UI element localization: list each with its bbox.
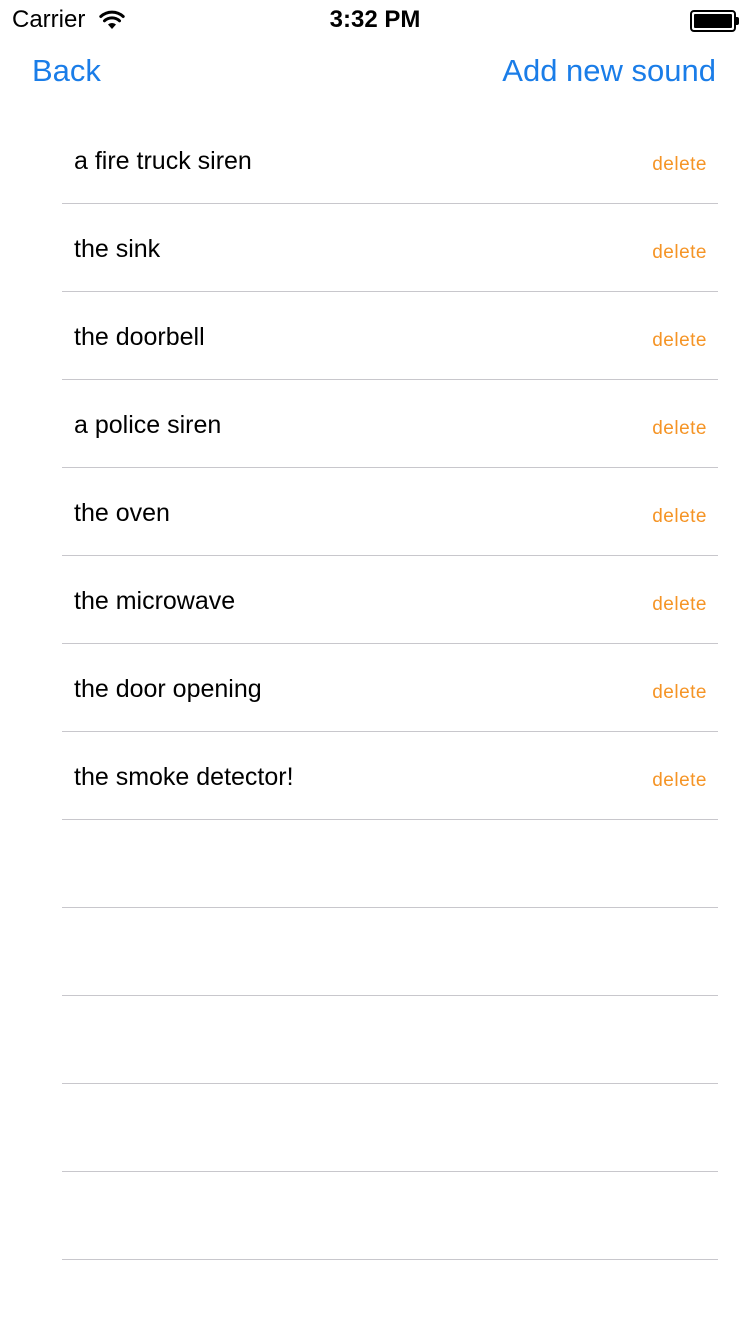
- sound-name: a police siren: [74, 411, 222, 439]
- list-item[interactable]: the door opening delete: [62, 644, 718, 732]
- empty-list-row: [62, 820, 718, 908]
- add-new-sound-button[interactable]: Add new sound: [502, 50, 716, 92]
- sound-name: a fire truck siren: [74, 147, 252, 175]
- list-item[interactable]: a fire truck siren delete: [62, 116, 718, 204]
- delete-button[interactable]: delete: [652, 769, 707, 793]
- delete-button[interactable]: delete: [652, 505, 707, 529]
- delete-button[interactable]: delete: [652, 153, 707, 177]
- delete-button[interactable]: delete: [652, 681, 707, 705]
- empty-list-row: [62, 1084, 718, 1172]
- list-item[interactable]: the microwave delete: [62, 556, 718, 644]
- status-time: 3:32 PM: [329, 6, 421, 33]
- sound-name: the oven: [74, 499, 170, 527]
- battery-icon: [690, 10, 740, 32]
- list-item[interactable]: a police siren delete: [62, 380, 718, 468]
- empty-list-row: [62, 1172, 718, 1260]
- sound-list: a fire truck siren delete the sink delet…: [62, 116, 718, 1260]
- delete-button[interactable]: delete: [652, 417, 707, 441]
- list-item[interactable]: the doorbell delete: [62, 292, 718, 380]
- delete-button[interactable]: delete: [652, 593, 707, 617]
- sound-name: the smoke detector!: [74, 763, 294, 791]
- delete-button[interactable]: delete: [652, 329, 707, 353]
- list-item[interactable]: the sink delete: [62, 204, 718, 292]
- sound-name: the sink: [74, 235, 161, 263]
- sound-name: the doorbell: [74, 323, 205, 351]
- back-button[interactable]: Back: [32, 50, 101, 92]
- sound-name: the microwave: [74, 587, 236, 615]
- empty-list-row: [62, 908, 718, 996]
- sound-name: the door opening: [74, 675, 262, 703]
- delete-button[interactable]: delete: [652, 241, 707, 265]
- list-item[interactable]: the smoke detector! delete: [62, 732, 718, 820]
- list-item[interactable]: the oven delete: [62, 468, 718, 556]
- empty-list-row: [62, 996, 718, 1084]
- sound-list-screen: Carrier 3:32 PM Back Add new sound a fir…: [0, 0, 750, 1334]
- status-bar: Carrier 3:32 PM: [0, 0, 750, 40]
